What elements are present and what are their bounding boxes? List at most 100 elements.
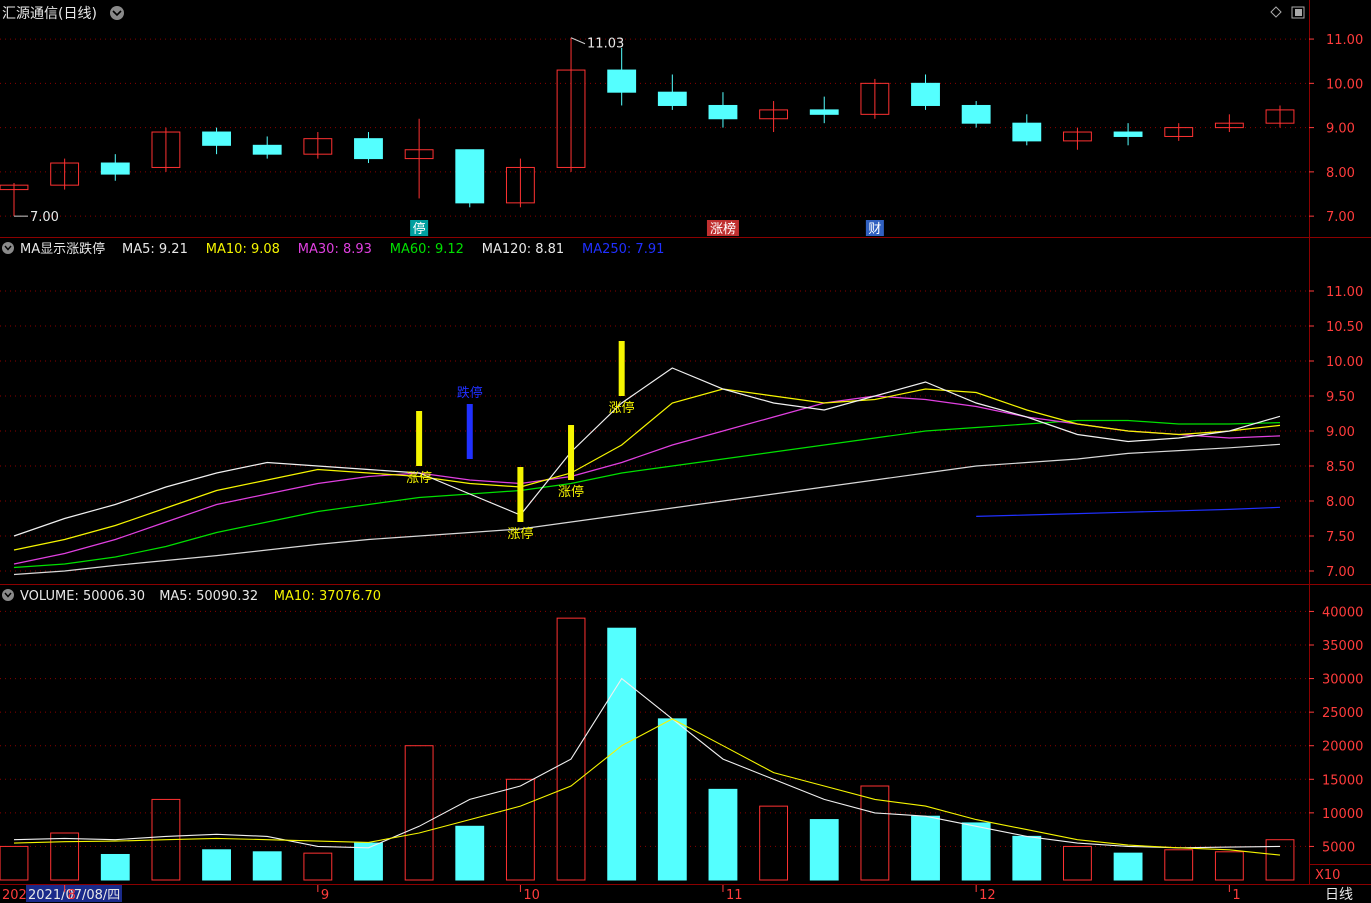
candle-body <box>1113 131 1143 137</box>
ma-lines: 涨停跌停涨停涨停涨停 <box>13 341 1281 576</box>
candle-body <box>354 138 383 160</box>
candle-body <box>657 91 687 106</box>
volume-bar <box>911 815 940 881</box>
volume-bar <box>1164 849 1194 881</box>
ma30-line <box>13 395 1281 565</box>
volume-bar <box>354 842 383 881</box>
volume-bar <box>50 832 80 881</box>
up-limit-bar <box>517 467 524 522</box>
y-axes: 11.00 10.00 9.00 8.00 7.00 11.00 10.50 10.00 9.5… <box>1309 33 1363 855</box>
time-start-label: 202 <box>2 888 27 903</box>
price-tick-label: 10.00 <box>1326 77 1363 92</box>
vol_ma5-line <box>13 677 1281 849</box>
up-limit-label: 涨停 <box>406 470 432 486</box>
ma-tick-label: 10.50 <box>1326 320 1363 335</box>
candle-body <box>911 82 940 106</box>
stock-chart[interactable]: 汇源通信(日线) MA显示涨跌停 MA5: 9.21 MA10: 9.08 MA30… <box>0 0 1371 903</box>
candle-body <box>607 69 637 93</box>
ma-tick-label: 9.50 <box>1326 390 1355 405</box>
high-pointer <box>570 37 586 45</box>
volume-legend-item: MA5: 50090.32 <box>159 589 258 604</box>
candle-body <box>1012 122 1042 142</box>
volume-tick-label: 25000 <box>1322 706 1363 721</box>
ma-tick-label: 7.50 <box>1326 530 1355 545</box>
volume-tick-label: 40000 <box>1322 605 1363 620</box>
event-badge-label: 涨榜 <box>710 221 736 237</box>
month-label: 9 <box>321 888 329 903</box>
diamond-icon[interactable] <box>1270 6 1282 18</box>
volume-legend: VOLUME: 50006.30 MA5: 50090.32 MA10: 37076… <box>20 589 381 604</box>
ma250-line <box>976 506 1281 517</box>
candle-body <box>252 144 282 155</box>
volume-bar <box>0 845 29 881</box>
price-candles: 11.03 7.00 停 涨榜 财 <box>0 37 1295 237</box>
price-panel-header: 汇源通信(日线) <box>2 6 1305 22</box>
ma-tick-label: 8.50 <box>1326 460 1355 475</box>
volume-legend-item: MA10: 37076.70 <box>274 589 381 604</box>
candle-body <box>708 104 738 120</box>
volume-bar <box>252 851 282 881</box>
up-limit-label: 涨停 <box>507 526 533 542</box>
ma-indicator-name: MA显示涨跌停 <box>20 241 105 257</box>
volume-bar <box>961 822 991 881</box>
volume-bar <box>1012 835 1042 881</box>
ma-legend: MA5: 9.21 MA10: 9.08 MA30: 8.93 MA60: 9.12 M… <box>122 242 664 257</box>
volume-bar <box>404 745 434 881</box>
up-limit-bar <box>568 425 575 480</box>
volume-bar <box>1265 839 1295 881</box>
volume-bar <box>100 853 130 881</box>
up-limit-label: 涨停 <box>558 484 584 500</box>
volume-bar <box>1113 852 1143 881</box>
period-label[interactable]: 日线 <box>1325 887 1353 903</box>
ma-legend-item: MA250: 7.91 <box>582 242 664 257</box>
ma5-line <box>13 367 1281 537</box>
ma-tick-label: 7.00 <box>1326 565 1355 580</box>
candle-body <box>809 109 839 115</box>
ma-tick-label: 9.00 <box>1326 425 1355 440</box>
scale-label: X10 <box>1315 868 1340 883</box>
volume-bar <box>657 718 687 881</box>
ma-legend-item: MA10: 9.08 <box>206 242 280 257</box>
window-title: 汇源通信(日线) <box>2 6 97 22</box>
low-label: 7.00 <box>30 210 59 225</box>
layout-toggle-icon[interactable] <box>1291 6 1305 19</box>
price-tick-label: 11.00 <box>1326 33 1363 48</box>
volume-tick-label: 10000 <box>1322 807 1363 822</box>
volume-bar <box>759 805 789 881</box>
volume-bar <box>202 849 231 881</box>
month-label: 8 <box>68 888 76 903</box>
candle-body <box>100 162 130 175</box>
ma-dropdown-icon[interactable] <box>2 242 14 254</box>
up-limit-bar <box>618 341 625 396</box>
ma-panel-header: MA显示涨跌停 MA5: 9.21 MA10: 9.08 MA30: 8.93 MA6… <box>2 241 664 257</box>
volume-bar <box>708 788 738 881</box>
volume-tick-label: 35000 <box>1322 639 1363 654</box>
month-label: 11 <box>726 888 743 903</box>
volume-bar <box>556 617 586 881</box>
month-label: 1 <box>1232 888 1240 903</box>
volume-bar <box>809 819 839 881</box>
volume-legend-item: VOLUME: 50006.30 <box>20 589 145 604</box>
price-tick-label: 9.00 <box>1326 122 1355 137</box>
volume-bars <box>0 617 1295 881</box>
ma-legend-item: MA60: 9.12 <box>390 242 464 257</box>
title-dropdown-icon[interactable] <box>110 6 124 20</box>
volume-panel-header: VOLUME: 50006.30 MA5: 50090.32 MA10: 37076… <box>2 589 381 604</box>
candle-body <box>961 104 991 124</box>
volume-dropdown-icon[interactable] <box>2 589 14 601</box>
event-badge-label: 财 <box>868 222 881 237</box>
down-limit-label: 跌停 <box>457 385 483 401</box>
up-limit-label: 涨停 <box>609 400 635 416</box>
volume-tick-label: 30000 <box>1322 673 1363 688</box>
ma60-line <box>13 419 1281 569</box>
volume-bar <box>860 785 890 881</box>
candle-body <box>202 131 231 146</box>
month-label: 10 <box>523 888 540 903</box>
volume-bar <box>505 778 535 881</box>
volume-bar <box>1214 851 1244 881</box>
ma-tick-label: 10.00 <box>1326 355 1363 370</box>
high-label: 11.03 <box>587 37 624 52</box>
ma-legend-item: MA30: 8.93 <box>298 242 372 257</box>
volume-tick-label: 15000 <box>1322 773 1363 788</box>
candle-body <box>455 149 485 204</box>
